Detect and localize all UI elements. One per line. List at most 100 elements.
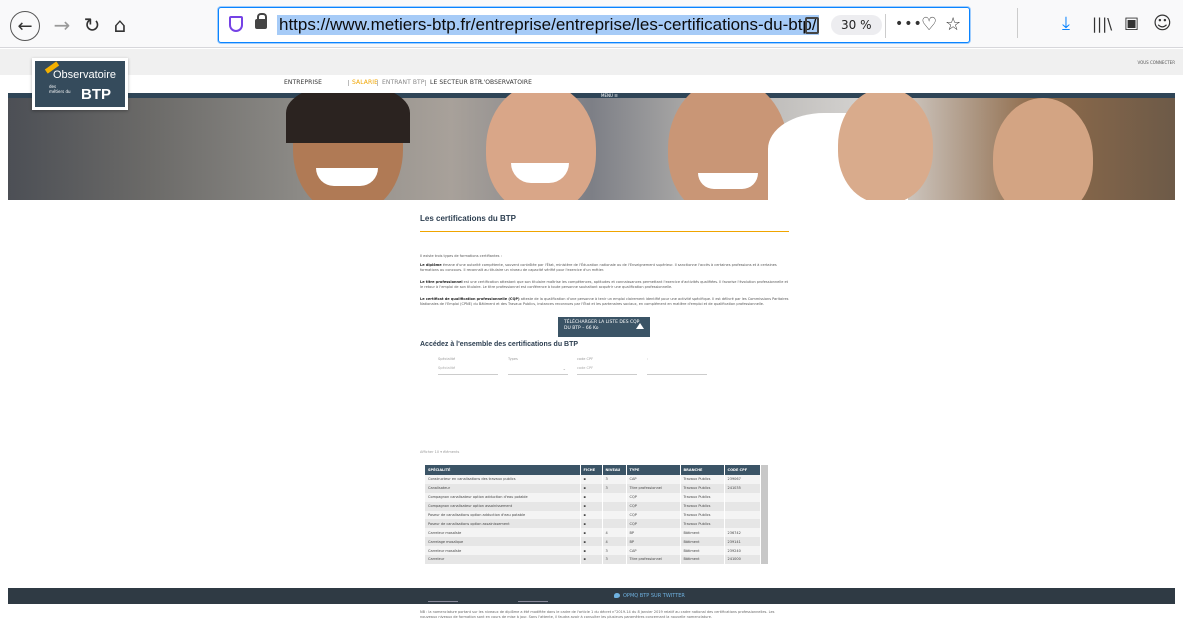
cell-code-cpf: 239067	[724, 475, 761, 484]
table-row[interactable]: Poseur de canalisations option assainiss…	[425, 519, 769, 529]
cell-fiche[interactable]: ▪	[580, 546, 603, 556]
cell-code-cpf	[724, 492, 761, 502]
tracking-shield-icon[interactable]	[229, 16, 243, 32]
back-button[interactable]: ←	[10, 11, 40, 41]
filter-label: code CPF	[577, 357, 594, 361]
col-branche[interactable]: BRANCHE	[680, 465, 725, 475]
forward-button[interactable]: →	[50, 13, 74, 37]
upload-arrow-icon	[636, 323, 644, 329]
menu-item-entreprise[interactable]: ENTREPRISE	[284, 79, 322, 86]
site-logo[interactable]: Observatoire des métiers du BTP	[32, 58, 128, 110]
cell-fiche[interactable]: ▪	[580, 555, 603, 564]
footer-link[interactable]	[518, 601, 548, 602]
account-icon[interactable]: ☺	[1153, 13, 1172, 34]
table-row[interactable]: Compagnon canalisateur option adduction …	[425, 492, 769, 502]
filter-underline	[647, 374, 707, 375]
connect-link[interactable]: VOUS CONNECTER	[1137, 60, 1175, 65]
cell-fiche[interactable]: ▪	[580, 510, 603, 520]
table-row[interactable]: Canalisateur ▪ 3 Titre professionnel Travaux…	[425, 483, 769, 493]
cell-fiche[interactable]: ▪	[580, 483, 603, 493]
menu-item-observatoire[interactable]: L'OBSERVATOIRE	[480, 79, 532, 86]
table-row[interactable]: Carrelage mosaïque ▪ 4 BP Bâtiment 239141	[425, 537, 769, 547]
hero-smile-3	[698, 173, 758, 189]
col-fiche[interactable]: FICHE	[580, 465, 603, 475]
cell-fiche[interactable]: ▪	[580, 519, 603, 529]
entries-per-page-select[interactable]: Afficher 10 ▾ éléments	[420, 450, 459, 454]
table-row[interactable]: Carreleur mosaïste ▪ 4 BP Bâtiment 236742	[425, 528, 769, 538]
filter-types[interactable]: Types ⌄	[508, 357, 568, 377]
url-bar[interactable]: https://www.metiers-btp.fr/entreprise/en…	[218, 7, 970, 43]
filter-underline	[577, 374, 637, 375]
table-row[interactable]: Poseur de canalisations option adduction…	[425, 510, 769, 520]
table-scroll-cell	[760, 555, 769, 564]
menu-separator	[377, 80, 378, 86]
home-button[interactable]: ⌂	[108, 13, 132, 37]
reload-button[interactable]: ↻	[80, 13, 104, 37]
table-row[interactable]: Carreleur mosaïste ▪ 3 CAP Bâtiment 239240	[425, 546, 769, 556]
cell-code-cpf	[724, 501, 761, 511]
table-scroll-cell	[760, 546, 769, 556]
col-niveau[interactable]: NIVEAU	[602, 465, 627, 475]
cell-branche: Travaux Publics	[680, 475, 725, 484]
reader-view-icon[interactable]	[805, 17, 819, 34]
twitter-link[interactable]: OPMQ BTP SUR TWITTER	[623, 593, 685, 599]
main-content: Les certifications du BTP Il existe troi…	[420, 214, 789, 619]
cell-fiche[interactable]: ▪	[580, 475, 603, 484]
cell-type: CQP	[626, 510, 681, 520]
hero-smile-1	[316, 168, 378, 186]
page-actions-icon[interactable]: •••	[895, 16, 923, 32]
cell-specialite: Constructeur en canalisations des travau…	[425, 475, 581, 484]
table-scroll-cell	[760, 501, 769, 511]
cell-code-cpf	[724, 510, 761, 520]
col-type[interactable]: TYPE	[626, 465, 681, 475]
nomenclature-note: NB : la nomenclature portant sur les niv…	[420, 610, 775, 619]
cell-specialite: Poseur de canalisations option adduction…	[425, 510, 581, 520]
cell-fiche[interactable]: ▪	[580, 492, 603, 502]
col-specialite[interactable]: SPÉCIALITÉ	[425, 465, 581, 475]
table-scroll-cell	[760, 483, 769, 493]
cell-type: Titre professionnel	[626, 555, 681, 564]
bookmark-star-icon[interactable]: ☆	[945, 14, 961, 35]
filter-label: :	[647, 357, 649, 361]
filter-label: Spécialité	[438, 357, 456, 361]
filter-extra[interactable]: :	[647, 357, 707, 377]
cell-branche: Bâtiment	[680, 537, 725, 547]
footer-link[interactable]	[428, 601, 458, 602]
menu-item-secteur-btp[interactable]: LE SECTEUR BTP	[430, 79, 482, 86]
table-scroll-column	[760, 465, 769, 475]
downloads-icon[interactable]: ⤓	[1062, 13, 1070, 34]
table-row[interactable]: Constructeur en canalisations des travau…	[425, 475, 769, 484]
lock-icon[interactable]	[255, 13, 267, 29]
hero-menu-label[interactable]: MENU ☰	[601, 93, 618, 98]
cell-code-cpf: 241000	[724, 555, 761, 564]
cell-niveau: 4	[602, 537, 627, 547]
menu-item-entrant-btp[interactable]: ENTRANT BTP	[382, 79, 425, 86]
download-cqp-list-button[interactable]: TÉLÉCHARGER LA LISTE DES CQP DU BTP – 66…	[558, 317, 650, 337]
cell-fiche[interactable]: ▪	[580, 528, 603, 538]
filter-value: code CPF	[577, 366, 594, 370]
download-button-label: TÉLÉCHARGER LA LISTE DES CQP DU BTP – 66…	[564, 320, 640, 331]
cell-specialite: Compagnon canalisateur option assainisse…	[425, 501, 581, 511]
filter-specialite[interactable]: Spécialité Spécialité	[438, 357, 498, 377]
menu-item-salarie[interactable]: SALARIE	[352, 79, 378, 86]
table-row[interactable]: Carreleur ▪ 3 Titre professionnel Bâtiment 24…	[425, 555, 769, 564]
cell-specialite: Carreleur	[425, 555, 581, 564]
library-icon[interactable]: |||\	[1092, 15, 1112, 33]
cell-specialite: Carreleur mosaïste	[425, 546, 581, 556]
twitter-icon	[614, 593, 620, 598]
filter-value: Spécialité	[438, 366, 456, 370]
col-code-cpf[interactable]: CODE CPF	[724, 465, 761, 475]
table-row[interactable]: Compagnon canalisateur option assainisse…	[425, 501, 769, 511]
cell-fiche[interactable]: ▪	[580, 537, 603, 547]
cell-branche: Bâtiment	[680, 546, 725, 556]
certifications-subtitle: Accédez à l'ensemble des certifications …	[420, 341, 579, 348]
table-header-row: SPÉCIALITÉ FICHE NIVEAU TYPE BRANCHE COD…	[425, 465, 769, 475]
cell-fiche[interactable]: ▪	[580, 501, 603, 511]
url-text[interactable]: https://www.metiers-btp.fr/entreprise/en…	[277, 15, 819, 35]
cell-niveau: 3	[602, 483, 627, 493]
zoom-level-badge[interactable]: 30 %	[831, 15, 882, 35]
paragraph-titre-bold: Le titre professionnel	[420, 280, 463, 284]
sidebar-icon[interactable]: ▣	[1124, 13, 1139, 32]
pocket-icon[interactable]: ♡	[921, 14, 937, 35]
filter-code-cpf[interactable]: code CPF code CPF	[577, 357, 637, 377]
